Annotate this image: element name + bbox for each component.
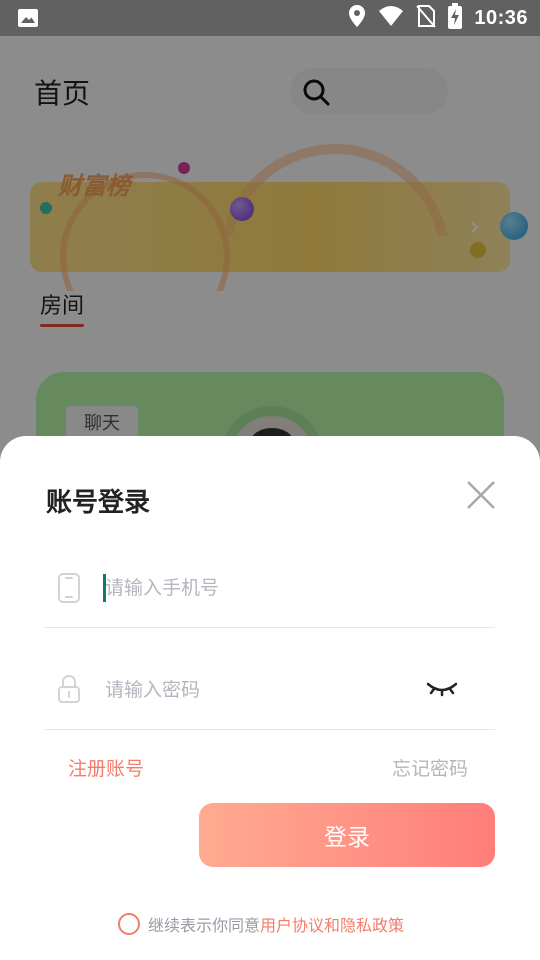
agreement-and: 和 [324, 916, 341, 935]
text-cursor [103, 574, 106, 602]
privacy-policy-link[interactable]: 隐私政策 [340, 912, 404, 936]
no-sim-icon [416, 4, 437, 32]
eye-closed-icon[interactable] [425, 676, 459, 704]
location-icon [348, 4, 366, 32]
agreement-checkbox[interactable] [118, 913, 140, 935]
login-button[interactable]: 登录 [199, 803, 495, 867]
sheet-title: 账号登录 [46, 488, 151, 518]
wifi-icon [378, 5, 404, 31]
password-field [45, 650, 495, 730]
password-input[interactable] [105, 672, 425, 708]
close-button[interactable] [462, 476, 500, 514]
close-icon [462, 481, 500, 518]
agreement-row: 继续表示你同意 用户协议 和 隐私政策 [118, 912, 404, 936]
lock-icon [57, 674, 81, 708]
login-sheet: 账号登录 注册账号 忘记密码 登录 继续表示你同意 用户协议 和 隐私政策 [0, 436, 540, 960]
user-agreement-link[interactable]: 用户协议 [260, 912, 324, 936]
battery-charging-icon [448, 3, 463, 33]
forgot-password-link[interactable]: 忘记密码 [392, 754, 468, 781]
phone-icon [57, 572, 81, 608]
image-icon [16, 6, 40, 34]
phone-input[interactable] [105, 570, 425, 606]
phone-field [45, 548, 495, 628]
status-bar: 10:36 [0, 0, 540, 36]
agreement-prefix: 继续表示你同意 [148, 916, 261, 935]
register-link[interactable]: 注册账号 [68, 754, 144, 781]
status-time: 10:36 [474, 6, 528, 29]
